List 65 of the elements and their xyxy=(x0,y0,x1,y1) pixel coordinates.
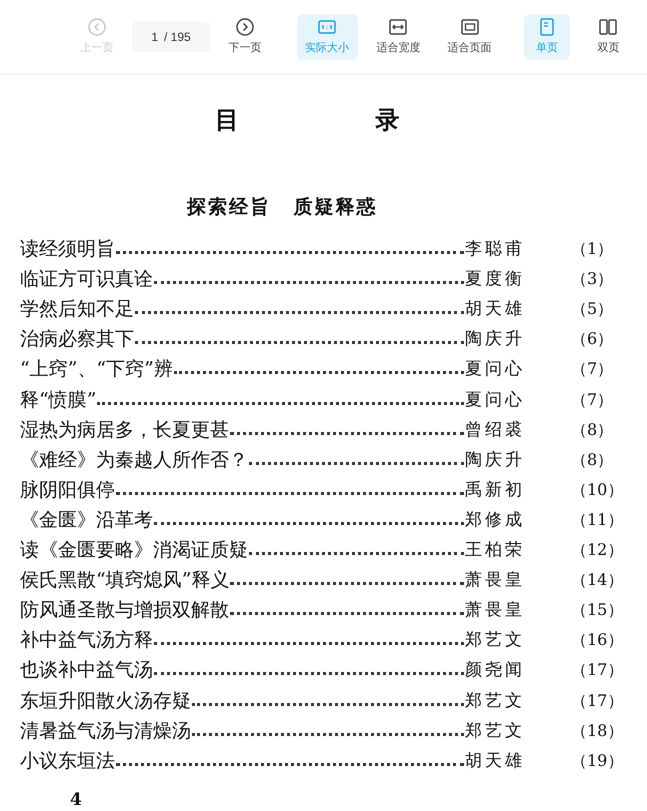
entry-page: （10） xyxy=(571,478,624,501)
page-mode-button[interactable]: 双页 xyxy=(586,14,631,60)
page-number: 4 xyxy=(70,788,82,811)
entry-title: 读经须明旨 xyxy=(20,237,115,262)
entry-title: 小议东垣法 xyxy=(20,748,115,774)
entry-author: 颜尧闻 xyxy=(465,659,526,682)
entry-author: 禹新初 xyxy=(465,478,526,502)
entry-author: 陶庆升 xyxy=(465,328,526,352)
section-title: 探索经旨 质疑释惑 xyxy=(187,195,378,220)
entry-title: 临证方可识真诠 xyxy=(20,267,153,292)
entry-author: 萧畏皇 xyxy=(465,569,526,592)
entry-author: 夏问心 xyxy=(465,388,526,412)
entry-page: （19） xyxy=(571,750,624,772)
zoom-mode-button[interactable]: 适合宽度 xyxy=(368,14,429,60)
entry-author: 李聪甫 xyxy=(465,238,526,262)
entry-title: 释“愤膜” xyxy=(20,388,96,413)
entry-page: （11） xyxy=(571,508,624,531)
entry-page: （18） xyxy=(571,720,624,742)
zoom-mode-button[interactable]: 适合页面 xyxy=(439,14,500,60)
entry-author: 郑艺文 xyxy=(465,690,526,712)
entry-title: 《难经》为秦越人所作否？ xyxy=(20,448,248,473)
entry-author: 郑艺文 xyxy=(465,720,526,743)
entry-author: 夏问心 xyxy=(465,358,526,382)
entry-title: 读《金匮要略》消渴证质疑 xyxy=(20,538,248,564)
page-heading: 目 录 xyxy=(215,104,400,136)
entry-author: 曾绍裘 xyxy=(465,418,526,442)
entry-page: （17） xyxy=(571,690,624,712)
fit-page-icon xyxy=(460,16,480,37)
next-page-button[interactable]: 下一页 xyxy=(217,14,273,60)
entry-title: 湿热为病居多，长夏更甚 xyxy=(20,418,229,443)
entry-page: （8） xyxy=(571,448,614,471)
entry-page: （7） xyxy=(571,388,614,411)
entry-page: （14） xyxy=(571,569,624,592)
entry-page: （15） xyxy=(571,599,624,622)
entry-author: 萧畏皇 xyxy=(465,599,526,622)
entry-title: 补中益气汤方释 xyxy=(20,628,153,654)
entry-page: （8） xyxy=(571,418,614,441)
entry-title: “上窍”、“下窍”辨 xyxy=(20,357,173,382)
entry-title: 《金匮》沿革考 xyxy=(20,508,153,533)
entry-page: （16） xyxy=(571,629,624,652)
entry-page: （17） xyxy=(571,659,624,682)
entry-page: （1） xyxy=(571,238,614,260)
entry-page: （12） xyxy=(571,539,624,562)
entry-title: 侯氏黑散“填窍熄风”释义 xyxy=(20,568,230,594)
entry-author: 王柏荣 xyxy=(465,539,526,562)
entry-title: 学然后知不足 xyxy=(20,297,134,322)
page-number-field[interactable]: 1 / 195 xyxy=(132,22,210,52)
entry-title: 治病必察其下 xyxy=(20,327,134,352)
entry-page: （3） xyxy=(571,268,614,290)
entry-author: 郑修成 xyxy=(465,508,526,532)
entry-title: 东垣升阳散火汤存疑 xyxy=(20,688,191,714)
entry-author: 夏度衡 xyxy=(465,268,526,292)
entry-author: 郑艺文 xyxy=(465,629,526,652)
entry-title: 清暑益气汤与清燥汤 xyxy=(20,718,191,744)
entry-page: （5） xyxy=(571,298,614,320)
entry-title: 脉阴阳俱停 xyxy=(20,478,115,503)
entry-title: 也谈补中益气汤 xyxy=(20,658,153,684)
entry-author: 胡天雄 xyxy=(465,298,526,322)
entry-author: 胡天雄 xyxy=(465,750,526,773)
entry-page: （7） xyxy=(571,358,614,380)
entry-author: 陶庆升 xyxy=(465,448,526,472)
double-page-icon xyxy=(598,16,618,37)
entry-title: 防风通圣散与增损双解散 xyxy=(20,598,229,624)
fit-width-icon xyxy=(388,16,408,37)
entry-page: （6） xyxy=(571,328,614,350)
